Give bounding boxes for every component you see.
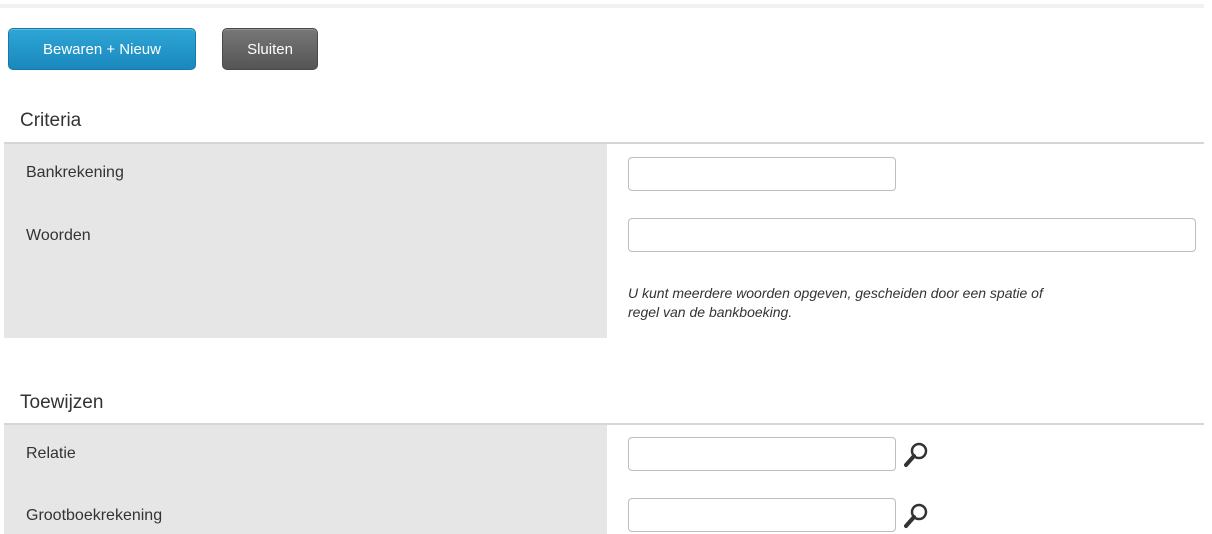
woorden-label: Woorden [26,227,91,244]
grootboekrekening-input[interactable] [628,498,896,532]
top-divider [0,4,1204,8]
woorden-hint-line-2: regel van de bankboeking. [628,304,793,320]
save-new-button[interactable]: Bewaren + Nieuw [8,28,196,70]
woorden-input[interactable] [628,218,1196,252]
criteria-section-title: Criteria [20,110,82,131]
relatie-search-icon[interactable] [902,440,932,470]
woorden-hint-line-1: U kunt meerdere woorden opgeven, geschei… [628,285,1043,301]
relatie-input[interactable] [628,437,896,471]
grootboekrekening-search-icon[interactable] [902,501,932,531]
bankrekening-label: Bankrekening [26,164,124,181]
toewijzen-section-title: Toewijzen [20,392,104,413]
woorden-hint: U kunt meerdere woorden opgeven, geschei… [628,284,1204,322]
grootboekrekening-label: Grootboekrekening [26,507,163,524]
relatie-label: Relatie [26,445,76,462]
close-button[interactable]: Sluiten [222,28,318,70]
bankrekening-input[interactable] [628,157,896,191]
